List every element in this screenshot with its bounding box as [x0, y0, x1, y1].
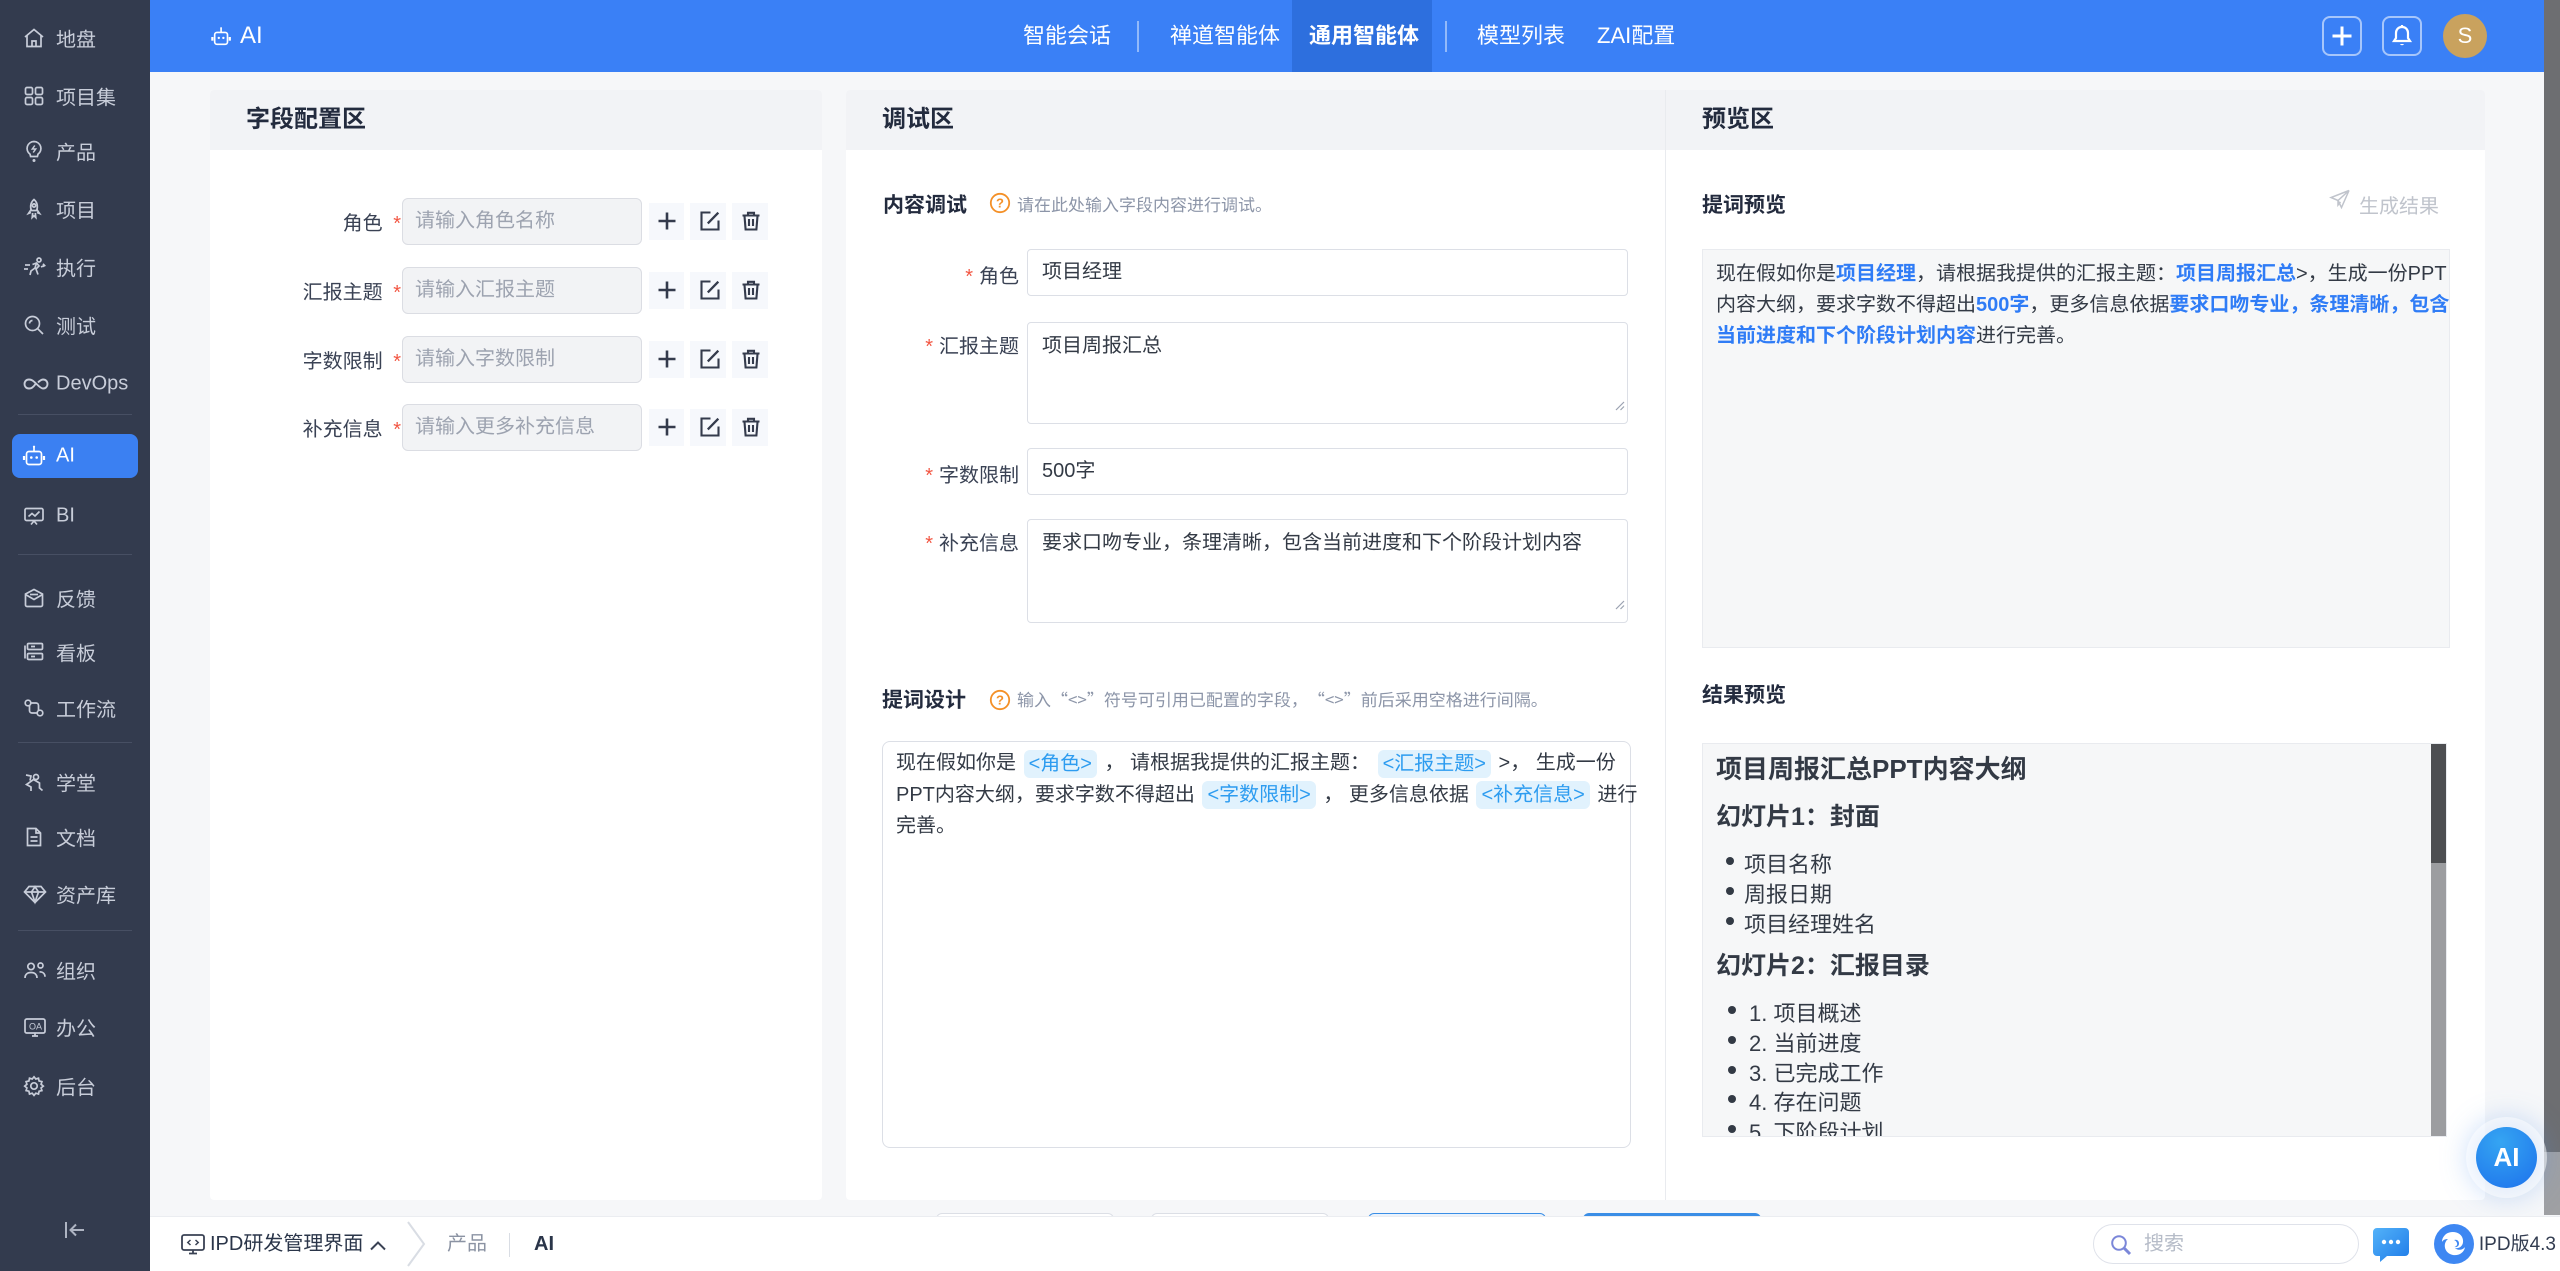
svg-text:?: ? [996, 196, 1004, 211]
svg-text:?: ? [996, 693, 1004, 708]
svg-text:OA: OA [29, 1022, 42, 1032]
